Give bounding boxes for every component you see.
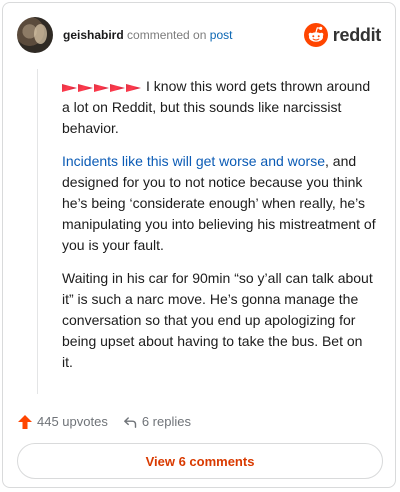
view-comments-label: View 6 comments	[145, 453, 255, 469]
reply-count-button[interactable]: 6 replies	[122, 414, 191, 430]
upvote-arrow-icon[interactable]	[17, 414, 33, 430]
reply-arrow-icon	[123, 417, 137, 428]
username[interactable]: geishabird	[63, 28, 124, 42]
user-avatar[interactable]	[17, 17, 53, 53]
comment-meta: geishabird commented on post	[63, 27, 232, 43]
thread-line	[37, 69, 38, 394]
reddit-alien-icon	[303, 23, 328, 47]
reddit-comment-card: geishabird commented on post reddit I kn…	[2, 2, 396, 488]
comment-paragraph-2: Incidents like this will get worse and w…	[62, 151, 377, 256]
upvote-count[interactable]: 445 upvotes	[37, 414, 108, 430]
highlighted-comment-link[interactable]: Incidents like this will get worse and w…	[62, 153, 325, 169]
red-flag-icon	[78, 84, 93, 92]
view-comments-button[interactable]: View 6 comments	[17, 443, 383, 479]
comment-header: geishabird commented on post reddit	[17, 17, 381, 53]
comment-text-3: Waiting in his car for 90min “so y’all c…	[62, 270, 373, 370]
comment-paragraph-1: I know this word gets thrown around a lo…	[62, 76, 377, 139]
reddit-brand[interactable]: reddit	[303, 21, 382, 49]
comment-body: I know this word gets thrown around a lo…	[62, 76, 377, 385]
comment-stats: 445 upvotes 6 replies	[17, 411, 191, 433]
red-flag-icon	[110, 84, 125, 92]
post-link[interactable]: post	[210, 28, 233, 42]
red-flag-icon	[94, 84, 109, 92]
comment-paragraph-3: Waiting in his car for 90min “so y’all c…	[62, 268, 377, 373]
red-flag-emoji-icon	[62, 84, 141, 92]
reddit-wordmark: reddit	[332, 25, 382, 45]
red-flag-icon	[126, 84, 141, 92]
red-flag-icon	[62, 84, 77, 92]
commented-on-text: commented on	[127, 28, 207, 42]
reply-count: 6 replies	[141, 414, 191, 429]
